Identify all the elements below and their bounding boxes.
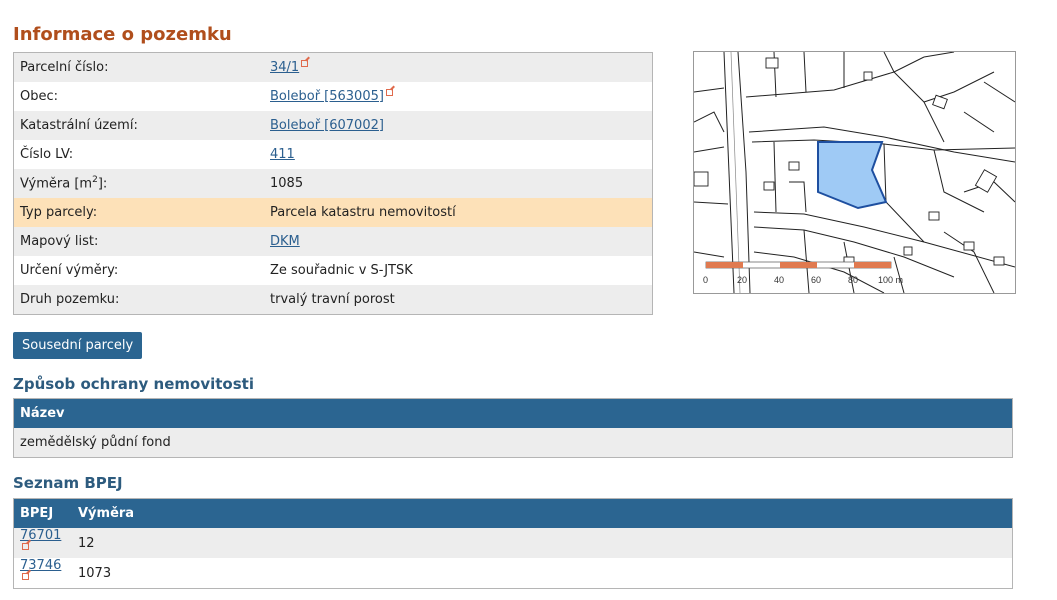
row-parcel-type: Typ parcely: Parcela katastru nemovitost…: [13, 198, 653, 227]
row-lv-number: Číslo LV: 411: [13, 140, 653, 169]
table-row: 76701 12: [13, 528, 1013, 558]
scale-label: 20: [737, 275, 747, 285]
scale-label: 0: [703, 275, 708, 285]
row-municipality: Obec: Boleboř [563005]: [13, 82, 653, 111]
external-link-icon[interactable]: [385, 89, 393, 96]
map-sheet-link[interactable]: DKM: [270, 234, 300, 249]
row-label: Typ parcely:: [13, 198, 264, 227]
row-value: 34/1: [264, 52, 653, 82]
row-value: Parcela katastru nemovitostí: [264, 198, 653, 227]
row-value: 411: [264, 140, 653, 169]
row-label: Obec:: [13, 82, 264, 111]
protection-table: Název zemědělský půdní fond: [13, 398, 1013, 458]
row-value: Ze souřadnic v S-JTSK: [264, 256, 653, 285]
row-land-type: Druh pozemku: trvalý travní porost: [13, 285, 653, 315]
page-title: Informace o pozemku: [13, 24, 232, 45]
bpej-code-link[interactable]: 73746: [20, 558, 61, 573]
row-label: Číslo LV:: [13, 140, 264, 169]
scale-label: 100 m: [878, 275, 903, 285]
external-link-icon[interactable]: [22, 573, 29, 580]
neighbor-parcels-button[interactable]: Sousední parcely: [13, 332, 143, 359]
bpej-section-title: Seznam BPEJ: [13, 474, 123, 492]
row-label: Mapový list:: [13, 227, 264, 256]
row-value: DKM: [264, 227, 653, 256]
protection-value: zemědělský půdní fond: [13, 428, 1013, 458]
external-link-icon[interactable]: [301, 60, 309, 67]
parcel-info-table: Parcelní číslo: 34/1 Obec: Boleboř [5630…: [13, 52, 653, 315]
row-label: Určení výměry:: [13, 256, 264, 285]
municipality-link[interactable]: Boleboř [563005]: [270, 89, 384, 104]
row-area-determination: Určení výměry: Ze souřadnic v S-JTSK: [13, 256, 653, 285]
protection-section-title: Způsob ochrany nemovitosti: [13, 375, 254, 393]
row-cadastral-area: Katastrální území: Boleboř [607002]: [13, 111, 653, 140]
column-header-bpej: BPEJ: [13, 498, 72, 528]
scale-label: 40: [774, 275, 784, 285]
cadastral-map-preview[interactable]: 0 20 40 60 80 100 m: [693, 51, 1016, 294]
table-header-row: BPEJ Výměra: [13, 498, 1013, 528]
row-parcel-number: Parcelní číslo: 34/1: [13, 52, 653, 82]
table-header-row: Název: [13, 398, 1013, 428]
map-svg: 0 20 40 60 80 100 m: [694, 52, 1015, 293]
row-value: trvalý travní porost: [264, 285, 653, 315]
row-label: Výměra [m2]:: [13, 169, 264, 198]
area-label-tail: ]:: [97, 176, 108, 192]
row-map-sheet: Mapový list: DKM: [13, 227, 653, 256]
column-header-name: Název: [13, 398, 1013, 428]
row-value: Boleboř [563005]: [264, 82, 653, 111]
bpej-area-cell: 12: [72, 528, 1013, 558]
parcel-number-link[interactable]: 34/1: [270, 60, 299, 75]
scale-label: 60: [811, 275, 821, 285]
column-header-area: Výměra: [72, 498, 1013, 528]
area-label-text: Výměra [m: [20, 176, 93, 192]
row-value: Boleboř [607002]: [264, 111, 653, 140]
table-row: zemědělský půdní fond: [13, 428, 1013, 458]
external-link-icon[interactable]: [22, 543, 29, 550]
bpej-area-cell: 1073: [72, 558, 1013, 589]
table-row: 73746 1073: [13, 558, 1013, 589]
cadastral-area-link[interactable]: Boleboř [607002]: [270, 118, 384, 133]
bpej-code-cell: 73746: [13, 558, 72, 589]
row-area: Výměra [m2]: 1085: [13, 169, 653, 198]
bpej-table: BPEJ Výměra 76701 12 73746 1073: [13, 498, 1013, 589]
bpej-code-link[interactable]: 76701: [20, 528, 61, 543]
row-value: 1085: [264, 169, 653, 198]
row-label: Druh pozemku:: [13, 285, 264, 315]
bpej-code-cell: 76701: [13, 528, 72, 558]
lv-number-link[interactable]: 411: [270, 147, 295, 162]
row-label: Katastrální území:: [13, 111, 264, 140]
row-label: Parcelní číslo:: [13, 52, 264, 82]
scale-label: 80: [848, 275, 858, 285]
